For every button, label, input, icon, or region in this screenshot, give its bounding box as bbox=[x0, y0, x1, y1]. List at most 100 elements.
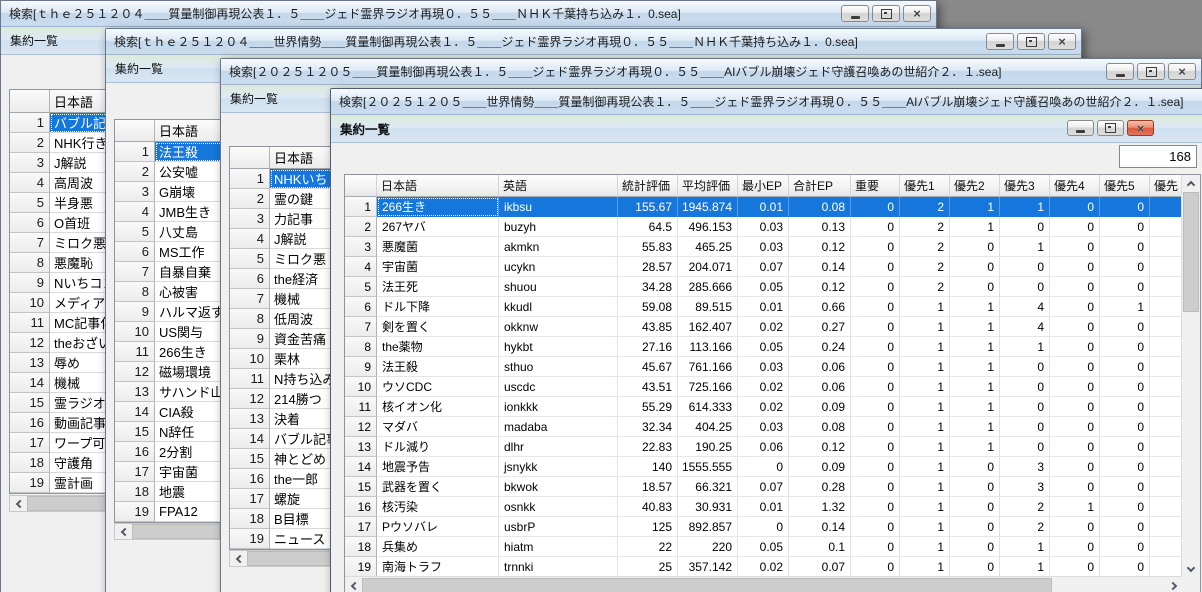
list-item-number[interactable]: 18 bbox=[115, 482, 155, 502]
table-cell[interactable]: 1 bbox=[900, 377, 950, 397]
table-cell[interactable]: 32.34 bbox=[618, 417, 678, 437]
list-item-number[interactable]: 17 bbox=[230, 489, 270, 509]
table-cell[interactable] bbox=[1150, 437, 1182, 457]
table-cell[interactable]: 1 bbox=[950, 417, 1000, 437]
table-cell[interactable] bbox=[1150, 217, 1182, 237]
table-cell[interactable]: 1945.874 bbox=[678, 197, 738, 217]
table-cell[interactable]: 285.666 bbox=[678, 277, 738, 297]
table-cell[interactable]: 89.515 bbox=[678, 297, 738, 317]
table-cell[interactable]: 0 bbox=[1050, 537, 1100, 557]
table-cell[interactable]: 0 bbox=[950, 477, 1000, 497]
scroll-left-button[interactable] bbox=[345, 577, 362, 592]
list-item-number[interactable]: 12 bbox=[115, 362, 155, 382]
table-cell[interactable]: 法王殺 bbox=[377, 357, 499, 377]
table-cell[interactable]: 43.85 bbox=[618, 317, 678, 337]
column-header[interactable]: 重要 bbox=[851, 175, 900, 197]
list-item-number[interactable]: 10 bbox=[10, 293, 50, 313]
list-item-number[interactable]: 1 bbox=[115, 142, 155, 162]
list-item-number[interactable]: 7 bbox=[115, 262, 155, 282]
table-cell[interactable]: Pウソバレ bbox=[377, 517, 499, 537]
table-cell[interactable]: マダバ bbox=[377, 417, 499, 437]
table-cell[interactable]: 761.166 bbox=[678, 357, 738, 377]
table-cell[interactable]: 0 bbox=[1100, 277, 1150, 297]
table-cell[interactable]: 核汚染 bbox=[377, 497, 499, 517]
list-item-number[interactable]: 3 bbox=[230, 209, 270, 229]
table-cell[interactable]: 0 bbox=[1100, 317, 1150, 337]
table-cell[interactable]: 0 bbox=[738, 457, 789, 477]
list-item-number[interactable]: 9 bbox=[10, 273, 50, 293]
table-cell[interactable]: hiatm bbox=[499, 537, 618, 557]
list-item-number[interactable]: 4 bbox=[230, 229, 270, 249]
minimize-button[interactable] bbox=[986, 33, 1014, 50]
table-cell[interactable]: kkudl bbox=[499, 297, 618, 317]
table-cell[interactable]: 0.14 bbox=[789, 257, 851, 277]
grid-v-scrollbar[interactable] bbox=[1181, 175, 1200, 577]
table-cell[interactable] bbox=[1150, 337, 1182, 357]
row-number-cell[interactable]: 4 bbox=[345, 257, 377, 277]
table-cell[interactable]: 0 bbox=[851, 297, 900, 317]
table-cell[interactable]: 悪魔菌 bbox=[377, 237, 499, 257]
table-cell[interactable]: ドル下降 bbox=[377, 297, 499, 317]
table-cell[interactable]: 1 bbox=[900, 457, 950, 477]
table-cell[interactable]: 1 bbox=[950, 337, 1000, 357]
list-item-number[interactable]: 3 bbox=[10, 153, 50, 173]
scroll-down-button[interactable] bbox=[1182, 561, 1200, 577]
table-cell[interactable]: 0 bbox=[1000, 277, 1050, 297]
table-cell[interactable]: 0 bbox=[1100, 417, 1150, 437]
table-cell[interactable]: 1 bbox=[900, 537, 950, 557]
column-header[interactable]: 優先4 bbox=[1050, 175, 1100, 197]
table-cell[interactable]: 0.05 bbox=[738, 277, 789, 297]
table-cell[interactable]: 0 bbox=[851, 257, 900, 277]
table-cell[interactable]: 0.02 bbox=[738, 557, 789, 577]
table-cell[interactable]: 0 bbox=[851, 237, 900, 257]
row-number-cell[interactable]: 12 bbox=[345, 417, 377, 437]
list-item-number[interactable]: 7 bbox=[230, 289, 270, 309]
restore-button[interactable] bbox=[1137, 63, 1165, 80]
table-cell[interactable]: 0 bbox=[1100, 377, 1150, 397]
table-cell[interactable]: 0 bbox=[950, 457, 1000, 477]
close-button[interactable]: × bbox=[1048, 33, 1076, 50]
child-restore-button[interactable] bbox=[1097, 120, 1124, 136]
list-item-number[interactable]: 16 bbox=[230, 469, 270, 489]
list-item-number[interactable]: 9 bbox=[115, 302, 155, 322]
table-cell[interactable]: 0 bbox=[851, 437, 900, 457]
table-cell[interactable]: 0 bbox=[851, 417, 900, 437]
table-cell[interactable]: 0.06 bbox=[789, 357, 851, 377]
table-cell[interactable]: shuou bbox=[499, 277, 618, 297]
minimize-button[interactable] bbox=[841, 5, 869, 22]
list-item-number[interactable]: 14 bbox=[10, 373, 50, 393]
table-cell[interactable]: 兵集め bbox=[377, 537, 499, 557]
table-cell[interactable]: 725.166 bbox=[678, 377, 738, 397]
table-cell[interactable]: 0 bbox=[851, 457, 900, 477]
table-cell[interactable]: 0 bbox=[1100, 437, 1150, 457]
list-item-number[interactable]: 18 bbox=[230, 509, 270, 529]
row-number-cell[interactable]: 6 bbox=[345, 297, 377, 317]
column-header[interactable]: 優先3 bbox=[1000, 175, 1050, 197]
row-number-cell[interactable]: 2 bbox=[345, 217, 377, 237]
list-item-number[interactable]: 17 bbox=[10, 433, 50, 453]
table-cell[interactable]: 核イオン化 bbox=[377, 397, 499, 417]
list-item-number[interactable]: 1 bbox=[230, 169, 270, 189]
row-number-cell[interactable]: 18 bbox=[345, 537, 377, 557]
table-cell[interactable]: 0 bbox=[950, 277, 1000, 297]
table-cell[interactable]: 1 bbox=[900, 417, 950, 437]
table-cell[interactable]: 1 bbox=[1000, 237, 1050, 257]
table-cell[interactable]: 0 bbox=[851, 217, 900, 237]
table-cell[interactable]: 204.071 bbox=[678, 257, 738, 277]
row-number-cell[interactable]: 16 bbox=[345, 497, 377, 517]
list-item-number[interactable]: 12 bbox=[230, 389, 270, 409]
scrollbar-thumb[interactable] bbox=[132, 524, 220, 539]
table-cell[interactable]: 267ヤバ bbox=[377, 217, 499, 237]
table-cell[interactable]: 18.57 bbox=[618, 477, 678, 497]
table-cell[interactable]: 0 bbox=[851, 537, 900, 557]
scroll-left-button[interactable] bbox=[10, 496, 27, 511]
table-cell[interactable]: 0.07 bbox=[738, 477, 789, 497]
table-cell[interactable]: 1 bbox=[900, 477, 950, 497]
table-cell[interactable]: 190.25 bbox=[678, 437, 738, 457]
row-number-cell[interactable]: 19 bbox=[345, 557, 377, 577]
table-cell[interactable]: 0 bbox=[1050, 517, 1100, 537]
table-cell[interactable]: 0 bbox=[1100, 497, 1150, 517]
child-close-button[interactable]: × bbox=[1127, 120, 1154, 136]
table-cell[interactable]: 0 bbox=[1100, 457, 1150, 477]
column-header[interactable]: 最小EP bbox=[738, 175, 789, 197]
